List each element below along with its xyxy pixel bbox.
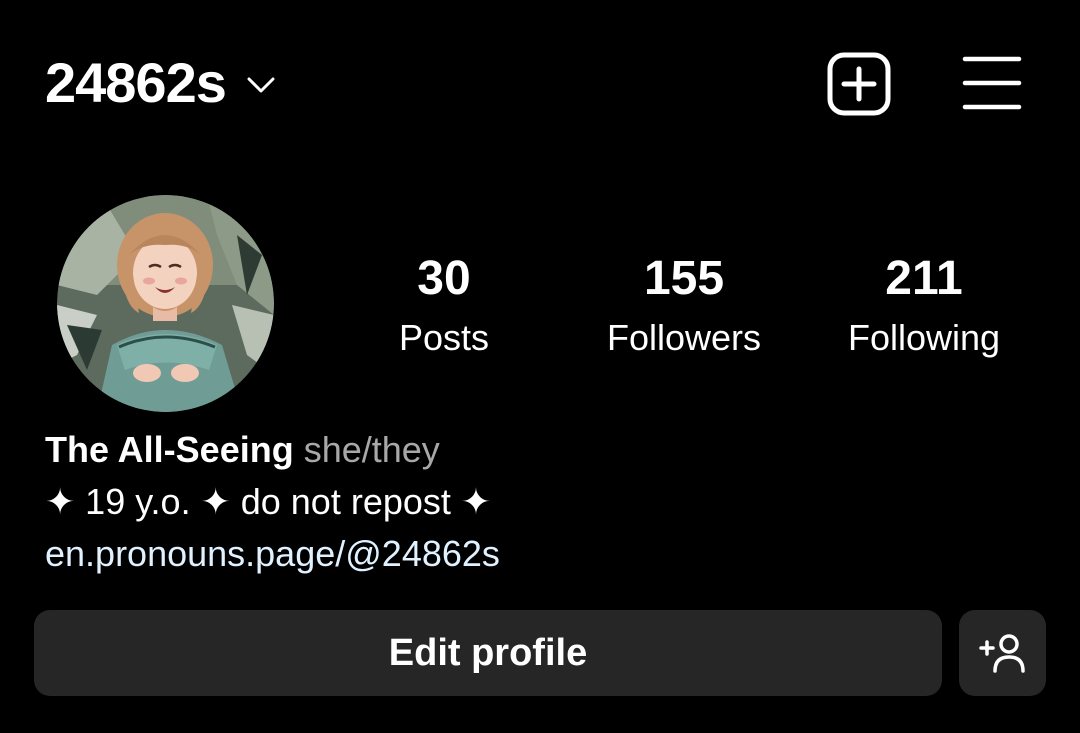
display-name: The All-Seeing [45, 429, 294, 470]
account-switcher[interactable]: 24862s [45, 50, 276, 116]
followers-count: 155 [643, 252, 725, 305]
stat-following[interactable]: 211 Following [814, 250, 1034, 360]
edit-profile-button[interactable]: Edit profile [34, 610, 942, 696]
pronouns: she/they [303, 429, 440, 470]
following-label: Following [847, 317, 1001, 358]
bio-text: ✦ 19 y.o. ✦ do not repost ✦ [45, 481, 492, 522]
hamburger-menu-icon [962, 56, 1022, 110]
create-post-button[interactable] [826, 52, 892, 116]
profile-header: 24862s [0, 0, 1080, 165]
menu-button[interactable] [960, 52, 1024, 114]
posts-label: Posts [398, 317, 490, 358]
add-person-icon [978, 634, 1025, 673]
avatar[interactable] [57, 195, 274, 412]
chevron-down-icon [246, 75, 276, 95]
stat-posts[interactable]: 30 Posts [334, 250, 554, 360]
discover-people-button[interactable] [959, 610, 1046, 696]
bio-link[interactable]: en.pronouns.page/@24862s [45, 528, 1035, 580]
profile-bio: The All-Seeing she/they ✦ 19 y.o. ✦ do no… [45, 424, 1035, 580]
followers-label: Followers [606, 317, 762, 358]
following-count: 211 [885, 252, 963, 305]
username: 24862s [45, 51, 227, 114]
plus-square-icon [827, 52, 891, 116]
stat-followers[interactable]: 155 Followers [574, 250, 794, 360]
name-line: The All-Seeing she/they [45, 424, 1035, 476]
posts-count: 30 [417, 252, 471, 305]
